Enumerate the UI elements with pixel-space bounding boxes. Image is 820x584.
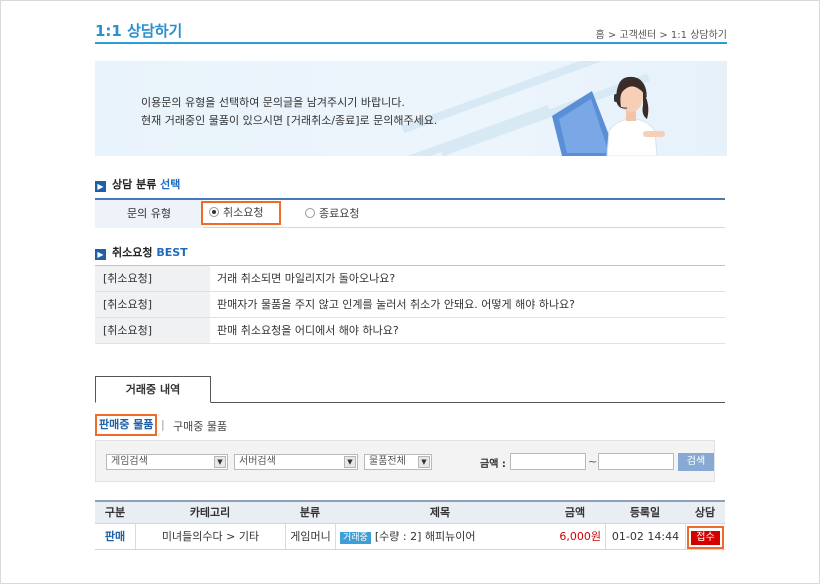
row-title-cell[interactable]: 거래중 [수량 : 2] 해피뉴이어 — [335, 524, 545, 549]
server-select[interactable]: 서버검색 ▼ — [234, 454, 358, 470]
row-amount: 6,000원 — [559, 530, 601, 543]
col-category: 카테고리 — [189, 506, 231, 519]
search-panel: 게임검색 ▼ 서버검색 ▼ 물품전체 ▼ 금액 : ~ 검색 — [95, 440, 715, 482]
game-select[interactable]: 게임검색 ▼ — [106, 454, 228, 470]
faq-item[interactable]: [취소요청] 거래 취소되면 마일리지가 돌아오나요? — [95, 266, 725, 292]
title-row: 1:1 상담하기 홈 > 고객센터 > 1:1 상담하기 — [95, 18, 727, 44]
col-kind: 구분 — [104, 506, 126, 519]
faq-question[interactable]: 판매자가 물품을 주지 않고 인계를 눌러서 취소가 안돼요. 어떻게 해야 하… — [217, 292, 575, 317]
game-select-value: 게임검색 — [111, 456, 148, 467]
table-row[interactable]: 판매 미녀들의수다 > 기타 게임머니 거래중 [수량 : 2] 해피뉴이어 6,… — [95, 524, 725, 550]
faq-list: [취소요청] 거래 취소되면 마일리지가 돌아오나요? [취소요청] 판매자가 … — [95, 265, 725, 344]
consult-status: 접수 — [691, 531, 720, 545]
radio-end-label: 종료요청 — [319, 207, 360, 220]
subtab-buying[interactable]: 구매중 물품 — [173, 418, 227, 434]
row-date: 01-02 14:44 — [605, 524, 685, 549]
dropdown-arrow-icon: ▼ — [214, 456, 226, 468]
faq-question[interactable]: 거래 취소되면 마일리지가 돌아오나요? — [217, 266, 395, 291]
faq-item[interactable]: [취소요청] 판매자가 물품을 주지 않고 인계를 눌러서 취소가 안돼요. 어… — [95, 292, 725, 318]
faq-item[interactable]: [취소요청] 판매 취소요청을 어디에서 해야 하나요? — [95, 318, 725, 344]
page-title: 1:1 상담하기 — [95, 22, 183, 40]
category-heading: ▶ 상담 분류 선택 — [95, 176, 180, 192]
banner-line-1: 이용문의 유형을 선택하여 문의글을 남겨주시기 바랍니다. — [141, 96, 405, 109]
radio-unchecked-icon — [305, 208, 315, 218]
amount-max-input[interactable] — [598, 453, 674, 470]
col-consult: 상담 — [694, 506, 716, 519]
results-table: 구분 카테고리 분류 제목 금액 등록일 상담 판매 미녀들의수다 > 기타 게… — [95, 500, 725, 550]
inquiry-type-label: 문의 유형 — [95, 200, 203, 228]
row-kind: 판매 — [104, 530, 126, 543]
radio-cancel-request[interactable]: 취소요청 — [201, 201, 281, 225]
item-select[interactable]: 물품전체 ▼ — [364, 454, 432, 470]
faq-category: [취소요청] — [95, 292, 210, 317]
results-header: 구분 카테고리 분류 제목 금액 등록일 상담 — [95, 500, 725, 524]
radio-checked-icon — [209, 207, 219, 217]
category-heading-accent: 선택 — [160, 178, 181, 191]
col-title: 제목 — [429, 506, 451, 519]
bullet-arrow-icon: ▶ — [95, 249, 106, 260]
trade-status-badge: 거래중 — [340, 532, 371, 544]
bullet-arrow-icon: ▶ — [95, 181, 106, 192]
faq-heading: ▶ 취소요청 BEST — [95, 244, 188, 260]
faq-category: [취소요청] — [95, 318, 210, 343]
radio-cancel-label: 취소요청 — [223, 206, 264, 219]
category-heading-text: 상담 분류 — [112, 178, 161, 191]
item-select-value: 물품전체 — [369, 456, 406, 467]
banner-line-2: 현재 거래중인 물품이 있으시면 [거래취소/종료]로 문의해주세요. — [141, 114, 438, 127]
row-title[interactable]: [수량 : 2] 해피뉴이어 — [375, 530, 476, 543]
search-button[interactable]: 검색 — [678, 453, 714, 471]
amount-range-tilde: ~ — [588, 455, 598, 468]
row-class: 게임머니 — [285, 524, 335, 549]
subtab-separator: | — [161, 418, 165, 431]
amount-min-input[interactable] — [510, 453, 586, 470]
col-class: 분류 — [299, 506, 321, 519]
faq-category: [취소요청] — [95, 266, 210, 291]
dropdown-arrow-icon: ▼ — [344, 456, 356, 468]
col-amount: 금액 — [564, 506, 586, 519]
consultant-illustration — [552, 76, 665, 156]
breadcrumb: 홈 > 고객센터 > 1:1 상담하기 — [595, 30, 727, 41]
row-category: 미녀들의수다 > 기타 — [135, 524, 285, 549]
dropdown-arrow-icon: ▼ — [418, 456, 430, 468]
tab-trade-history[interactable]: 거래중 내역 — [95, 376, 211, 403]
faq-question[interactable]: 판매 취소요청을 어디에서 해야 하나요? — [217, 318, 399, 343]
banner-text: 이용문의 유형을 선택하여 문의글을 남겨주시기 바랍니다. 현재 거래중인 물… — [141, 94, 437, 130]
consult-button[interactable]: 접수 — [687, 526, 724, 549]
faq-heading-accent: BEST — [156, 246, 188, 259]
row-consult-cell: 접수 — [685, 524, 725, 549]
faq-heading-text: 취소요청 — [112, 246, 157, 259]
server-select-value: 서버검색 — [239, 456, 276, 467]
guide-banner: 이용문의 유형을 선택하여 문의글을 남겨주시기 바랍니다. 현재 거래중인 물… — [95, 61, 727, 156]
col-date: 등록일 — [629, 506, 661, 519]
radio-end-request[interactable]: 종료요청 — [299, 205, 365, 225]
inquiry-type-row: 문의 유형 취소요청 종료요청 — [95, 198, 725, 228]
subtab-selling[interactable]: 판매중 물품 — [95, 414, 158, 436]
amount-label: 금액 : — [480, 459, 506, 470]
